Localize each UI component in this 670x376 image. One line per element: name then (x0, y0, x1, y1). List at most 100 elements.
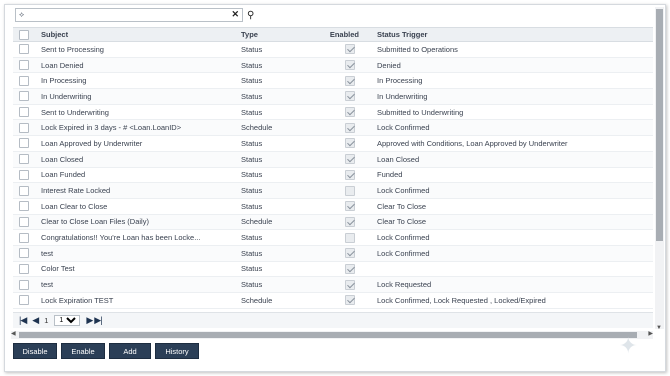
column-header-subject[interactable]: Subject (35, 30, 235, 39)
table-row[interactable]: Sent to Underwriting Status Submitted to U… (13, 105, 653, 121)
cell-type: Status (241, 248, 263, 258)
row-checkbox[interactable] (19, 154, 29, 165)
row-select-cell (13, 232, 35, 243)
cell-subject: In Underwriting (41, 91, 92, 101)
table-row[interactable]: test Status Lock Confirmed (13, 245, 653, 262)
row-checkbox[interactable] (19, 122, 29, 133)
table-row[interactable]: Loan Closed Status Loan Closed (13, 151, 653, 168)
cell-enabled (313, 279, 363, 290)
table-row[interactable]: In Underwriting Status In Underwriting (13, 89, 653, 105)
cell-subject: Congratulations!! You're Loan has been L… (41, 233, 201, 243)
cell-status-trigger: Lock Confirmed (377, 123, 430, 133)
column-header-enabled[interactable]: Enabled (313, 30, 363, 39)
table-row[interactable]: Sent to Processing Status Submitted to Ope… (13, 42, 653, 58)
enabled-checkbox (345, 75, 355, 86)
table-row[interactable]: Loan Clear to Close Status Clear To Close (13, 199, 653, 215)
row-checkbox[interactable] (19, 60, 29, 71)
cell-enabled (313, 263, 363, 274)
table-row[interactable]: Lock Expired in 3 days - # <Loan.LoanID>… (13, 120, 653, 137)
first-page-icon[interactable]: |◀ (19, 315, 27, 326)
enable-button[interactable]: Enable (61, 343, 105, 359)
cell-type: Schedule (241, 123, 273, 133)
cell-type: Status (241, 201, 263, 211)
table-row[interactable]: Loan Denied Status Denied (13, 57, 653, 74)
enabled-checkbox (345, 216, 355, 227)
cell-status-trigger: Clear To Close (377, 217, 427, 227)
cell-type: Status (241, 264, 263, 274)
row-select-cell (13, 75, 35, 86)
row-checkbox[interactable] (19, 279, 29, 290)
row-select-cell (13, 248, 35, 259)
clear-icon[interactable]: ✕ (231, 9, 239, 20)
enabled-checkbox (345, 201, 355, 212)
page-size-select[interactable]: 100 (54, 315, 81, 326)
add-button[interactable]: Add (109, 343, 151, 359)
row-checkbox[interactable] (19, 295, 29, 306)
cell-type: Status (241, 280, 263, 290)
cell-subject: Loan Approved by Underwriter (41, 138, 143, 148)
search-icon[interactable]: ⚲ (247, 10, 254, 21)
table-row[interactable]: Clear to Close Loan Files (Daily) Schedul… (13, 214, 653, 231)
page-number[interactable]: 1 (44, 316, 48, 325)
row-checkbox[interactable] (19, 138, 29, 149)
cell-status-trigger: Submitted to Underwriting (377, 107, 464, 117)
select-all-checkbox[interactable] (19, 29, 29, 40)
table-row[interactable]: Interest Rate Locked Status Lock Confirmed (13, 183, 653, 199)
horizontal-scroll-thumb[interactable] (19, 332, 637, 338)
last-page-icon[interactable]: ▶| (94, 315, 102, 326)
enabled-checkbox (345, 232, 355, 243)
table-row[interactable]: Loan Funded Status Funded (13, 168, 653, 184)
column-header-status-trigger[interactable]: Status Trigger (363, 30, 653, 39)
next-page-icon[interactable]: ▶ (86, 315, 93, 326)
row-select-cell (13, 154, 35, 165)
row-checkbox[interactable] (19, 201, 29, 212)
row-checkbox[interactable] (19, 248, 29, 259)
search-input[interactable] (30, 9, 230, 21)
row-select-cell (13, 44, 35, 55)
filter-icon[interactable]: ⟡ (19, 10, 24, 20)
table-row[interactable]: Lock Expiration TEST Schedule Lock Confirm… (13, 293, 653, 309)
column-header-type[interactable]: Type (235, 30, 313, 39)
vertical-scroll-thumb[interactable] (656, 9, 663, 241)
horizontal-scrollbar[interactable]: ◀ ▶ (11, 331, 653, 339)
cell-status-trigger: Lock Confirmed (377, 233, 430, 243)
row-checkbox[interactable] (19, 44, 29, 55)
row-select-cell (13, 91, 35, 102)
disable-button[interactable]: Disable (13, 343, 57, 359)
row-select-cell (13, 169, 35, 180)
cell-status-trigger: In Underwriting (377, 91, 428, 101)
table-row[interactable]: Color Test Status (13, 262, 653, 278)
row-checkbox[interactable] (19, 107, 29, 118)
enabled-checkbox (345, 44, 355, 55)
table-row[interactable]: In Processing Status In Processing (13, 73, 653, 90)
row-select-cell (13, 263, 35, 274)
cell-type: Status (241, 170, 263, 180)
row-checkbox[interactable] (19, 75, 29, 86)
cell-status-trigger: Funded (377, 170, 403, 180)
enabled-checkbox (345, 169, 355, 180)
row-checkbox[interactable] (19, 185, 29, 196)
vertical-scrollbar[interactable]: ▼ (655, 7, 664, 331)
row-checkbox[interactable] (19, 169, 29, 180)
prev-page-icon[interactable]: ◀ (32, 315, 39, 326)
row-checkbox[interactable] (19, 263, 29, 274)
scroll-left-icon[interactable]: ◀ (11, 330, 16, 337)
cell-enabled (313, 60, 363, 71)
row-checkbox[interactable] (19, 232, 29, 243)
table-row[interactable]: test Status Lock Requested (13, 277, 653, 293)
scroll-down-icon[interactable]: ▼ (656, 325, 662, 331)
cell-enabled (313, 248, 363, 259)
row-select-cell (13, 295, 35, 306)
history-button[interactable]: History (155, 343, 199, 359)
table-row[interactable]: Congratulations!! You're Loan has been L… (13, 230, 653, 246)
table-row[interactable]: Loan Approved by Underwriter Status Approv… (13, 136, 653, 152)
cell-subject: Clear to Close Loan Files (Daily) (41, 217, 149, 227)
scroll-right-icon[interactable]: ▶ (648, 330, 653, 337)
cell-enabled (313, 107, 363, 118)
cell-type: Status (241, 44, 263, 54)
row-checkbox[interactable] (19, 216, 29, 227)
row-checkbox[interactable] (19, 91, 29, 102)
enabled-checkbox (345, 154, 355, 165)
cell-status-trigger: Lock Requested (377, 280, 432, 290)
search-bar: ⟡ ✕ ⚲ (15, 7, 254, 23)
